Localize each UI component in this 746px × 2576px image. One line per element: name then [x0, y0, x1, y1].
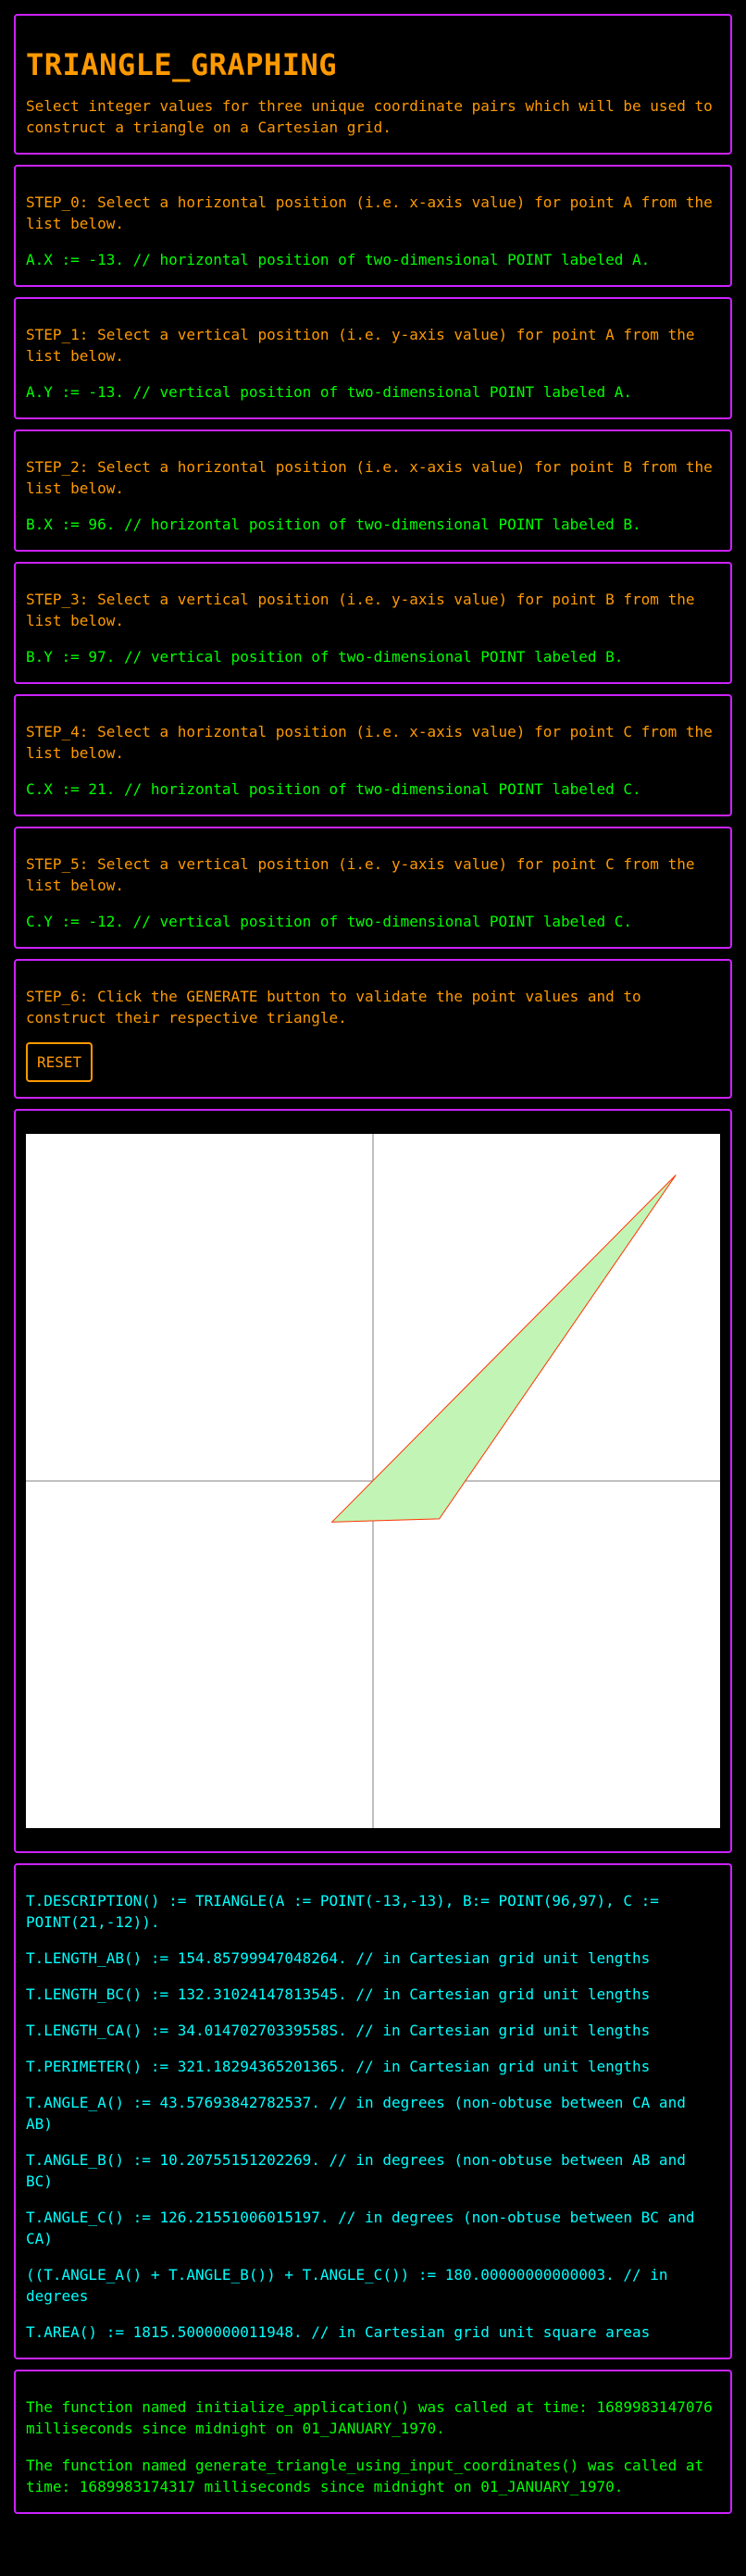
- step-5-instruction: STEP_5: Select a vertical position (i.e.…: [26, 855, 695, 894]
- step-4-instruction: STEP_4: Select a horizontal position (i.…: [26, 723, 713, 762]
- results-panel: T.DESCRIPTION() := TRIANGLE(A := POINT(-…: [14, 1863, 732, 2359]
- perimeter: T.PERIMETER() := 321.18294365201365. // …: [26, 2058, 651, 2075]
- page-title: TRIANGLE_GRAPHING: [26, 47, 338, 82]
- graph-panel: [14, 1109, 732, 1853]
- step-1-panel: STEP_1: Select a vertical position (i.e.…: [14, 297, 732, 419]
- angle-a: T.ANGLE_A() := 43.57693842782537. // in …: [26, 2094, 686, 2133]
- point-b-x-value: B.X := 96. // horizontal position of two…: [26, 516, 641, 533]
- point-a-y-value: A.Y := -13. // vertical position of two-…: [26, 383, 633, 401]
- step-6-panel: STEP_6: Click the GENERATE button to val…: [14, 959, 732, 1099]
- point-c-x-value: C.X := 21. // horizontal position of two…: [26, 780, 641, 798]
- angle-c: T.ANGLE_C() := 126.21551006015197. // in…: [26, 2209, 695, 2247]
- log-entry: The function named initialize_applicatio…: [26, 2398, 713, 2437]
- step-1-instruction: STEP_1: Select a vertical position (i.e.…: [26, 326, 695, 365]
- step-2-instruction: STEP_2: Select a horizontal position (i.…: [26, 458, 713, 497]
- angle-sum: ((T.ANGLE_A() + T.ANGLE_B()) + T.ANGLE_C…: [26, 2266, 668, 2305]
- header-panel: TRIANGLE_GRAPHING Select integer values …: [14, 14, 732, 155]
- reset-button[interactable]: RESET: [26, 1042, 93, 1082]
- triangle-description: T.DESCRIPTION() := TRIANGLE(A := POINT(-…: [26, 1892, 659, 1931]
- angle-b: T.ANGLE_B() := 10.20755151202269. // in …: [26, 2151, 686, 2190]
- point-c-y-value: C.Y := -12. // vertical position of two-…: [26, 913, 633, 930]
- point-b-y-value: B.Y := 97. // vertical position of two-d…: [26, 648, 624, 666]
- cartesian-grid-canvas: [26, 1134, 720, 1828]
- log-entry: The function named generate_triangle_usi…: [26, 2457, 704, 2495]
- intro-text: Select integer values for three unique c…: [26, 97, 713, 136]
- step-5-panel: STEP_5: Select a vertical position (i.e.…: [14, 827, 732, 949]
- length-bc: T.LENGTH_BC() := 132.31024147813545. // …: [26, 1985, 651, 2003]
- length-ab: T.LENGTH_AB() := 154.85799947048264. // …: [26, 1949, 651, 1967]
- point-a-x-value: A.X := -13. // horizontal position of tw…: [26, 251, 651, 268]
- area: T.AREA() := 1815.5000000011948. // in Ca…: [26, 2323, 651, 2341]
- step-4-panel: STEP_4: Select a horizontal position (i.…: [14, 694, 732, 816]
- step-0-instruction: STEP_0: Select a horizontal position (i.…: [26, 193, 713, 232]
- triangle-shape: [330, 1174, 677, 1523]
- step-2-panel: STEP_2: Select a horizontal position (i.…: [14, 429, 732, 552]
- step-3-instruction: STEP_3: Select a vertical position (i.e.…: [26, 591, 695, 629]
- step-0-panel: STEP_0: Select a horizontal position (i.…: [14, 165, 732, 287]
- step-6-instruction: STEP_6: Click the GENERATE button to val…: [26, 988, 641, 1027]
- step-3-panel: STEP_3: Select a vertical position (i.e.…: [14, 562, 732, 684]
- length-ca: T.LENGTH_CA() := 34.01470270339558S. // …: [26, 2022, 651, 2039]
- log-panel: The function named initialize_applicatio…: [14, 2370, 732, 2514]
